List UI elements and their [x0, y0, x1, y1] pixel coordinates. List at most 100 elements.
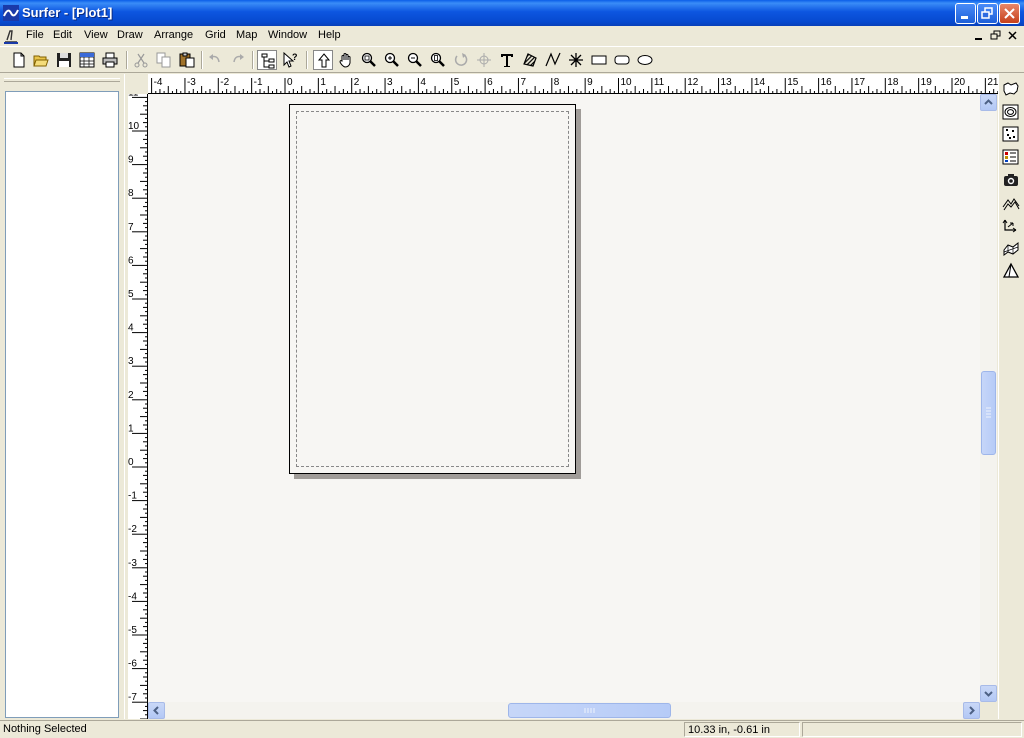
menu-arrange[interactable]: Arrange — [154, 29, 193, 41]
scroll-left-button[interactable] — [148, 702, 165, 719]
surface-button[interactable] — [1002, 262, 1022, 282]
toolbar-separator — [252, 51, 254, 69]
classed-post-map-button[interactable] — [1002, 148, 1022, 168]
menu-help[interactable]: Help — [318, 29, 341, 41]
menu-draw[interactable]: Draw — [117, 29, 143, 41]
zoom-in-icon — [384, 52, 399, 67]
scroll-right-button[interactable] — [963, 702, 980, 719]
hruler-label: 0 — [287, 77, 293, 88]
reshape-button[interactable] — [474, 50, 494, 70]
worksheet-icon — [79, 52, 95, 68]
worksheet-button[interactable] — [77, 50, 97, 70]
wireframe-button[interactable] — [1002, 240, 1022, 260]
title-bar[interactable]: Surfer - [Plot1] — [0, 0, 1024, 26]
vertical-scroll-thumb[interactable] — [981, 371, 996, 455]
select-button[interactable] — [313, 50, 333, 70]
zoom-page-button[interactable] — [428, 50, 448, 70]
menu-window[interactable]: Window — [268, 29, 307, 41]
text-button[interactable] — [497, 50, 517, 70]
open-icon — [33, 55, 49, 67]
base-map-button[interactable] — [1002, 80, 1022, 100]
print-button[interactable] — [100, 50, 120, 70]
menu-grid[interactable]: Grid — [205, 29, 226, 41]
surfer-app-icon[interactable] — [3, 5, 19, 21]
panel-grip[interactable] — [4, 78, 120, 82]
grip-icon — [584, 708, 595, 713]
scroll-up-button[interactable] — [980, 94, 997, 111]
rectangle-button[interactable] — [589, 50, 609, 70]
symbol-button[interactable] — [566, 50, 586, 70]
rounded-rectangle-button[interactable] — [612, 50, 632, 70]
contour-map-button[interactable] — [1002, 103, 1022, 123]
polygon-button[interactable] — [520, 50, 540, 70]
undo-button[interactable] — [205, 50, 225, 70]
cut-button[interactable] — [131, 50, 151, 70]
hruler-label: 18 — [887, 77, 899, 88]
rotate-button[interactable] — [451, 50, 471, 70]
post-map-button[interactable] — [1002, 125, 1022, 145]
pan-button[interactable] — [336, 50, 356, 70]
zoom-out-button[interactable] — [405, 50, 425, 70]
menu-view[interactable]: View — [84, 29, 108, 41]
shaded-relief-button[interactable] — [1002, 194, 1022, 214]
mdi-close-icon[interactable] — [1005, 29, 1020, 42]
hruler-label: 19 — [921, 77, 933, 88]
zoom-rectangle-button[interactable] — [359, 50, 379, 70]
zoom-rectangle-icon — [361, 52, 376, 67]
vruler-label: -4 — [128, 591, 137, 602]
vruler-label: -5 — [128, 625, 137, 636]
hruler-label: 1 — [320, 77, 326, 88]
new-button[interactable] — [9, 50, 29, 70]
redo-button[interactable] — [228, 50, 248, 70]
vertical-scrollbar[interactable] — [980, 94, 997, 702]
reshape-icon — [477, 53, 491, 67]
svg-text:?: ? — [292, 52, 298, 62]
horizontal-scrollbar[interactable] — [148, 702, 980, 719]
plot-canvas[interactable] — [148, 94, 980, 702]
status-bar: Nothing Selected 10.33 in, -0.61 in — [0, 720, 1024, 738]
copy-button[interactable] — [154, 50, 174, 70]
main-toolbar: ? — [0, 46, 1024, 73]
mdi-minimize-icon[interactable] — [971, 29, 986, 42]
menu-file[interactable]: File — [26, 29, 44, 41]
chevron-down-icon — [984, 691, 993, 697]
scroll-down-button[interactable] — [980, 685, 997, 702]
image-map-button[interactable] — [1002, 171, 1022, 191]
hruler-label: 17 — [854, 77, 866, 88]
open-button[interactable] — [31, 50, 51, 70]
zoom-in-button[interactable] — [382, 50, 402, 70]
restore-button[interactable] — [977, 3, 998, 24]
object-manager-button[interactable] — [257, 50, 277, 70]
hruler-label: 10 — [621, 77, 633, 88]
panel-splitter[interactable] — [124, 74, 127, 719]
menu-map[interactable]: Map — [236, 29, 257, 41]
ellipse-icon — [637, 55, 653, 65]
vruler-label: 9 — [128, 155, 134, 166]
new-icon — [13, 52, 25, 68]
save-button[interactable] — [54, 50, 74, 70]
vector-map-button[interactable] — [1002, 217, 1022, 237]
mdi-restore-icon[interactable] — [988, 29, 1003, 42]
minimize-button[interactable] — [955, 3, 976, 24]
vruler-label: -1 — [128, 491, 137, 502]
object-manager-tree[interactable] — [5, 91, 119, 718]
symbol-icon — [569, 53, 583, 67]
hruler-label: 11 — [654, 77, 665, 88]
page-outline[interactable] — [289, 104, 576, 474]
vruler-label: 6 — [128, 255, 134, 266]
whats-this-button[interactable]: ? — [280, 50, 300, 70]
vruler-label: -6 — [128, 659, 137, 670]
ellipse-button[interactable] — [635, 50, 655, 70]
hruler-label: 20 — [954, 77, 966, 88]
chevron-up-icon — [984, 99, 993, 105]
restore-icon — [981, 7, 993, 19]
paste-button[interactable] — [177, 50, 197, 70]
menu-edit[interactable]: Edit — [53, 29, 72, 41]
horizontal-scroll-thumb[interactable] — [508, 703, 671, 718]
text-icon — [501, 54, 513, 67]
object-manager-icon — [261, 53, 275, 69]
close-button[interactable] — [999, 3, 1020, 24]
document-icon[interactable] — [2, 27, 20, 45]
polyline-button[interactable] — [543, 50, 563, 70]
vertical-ruler: 11109876543210-1-2-3-4-5-6-7 — [128, 94, 148, 719]
